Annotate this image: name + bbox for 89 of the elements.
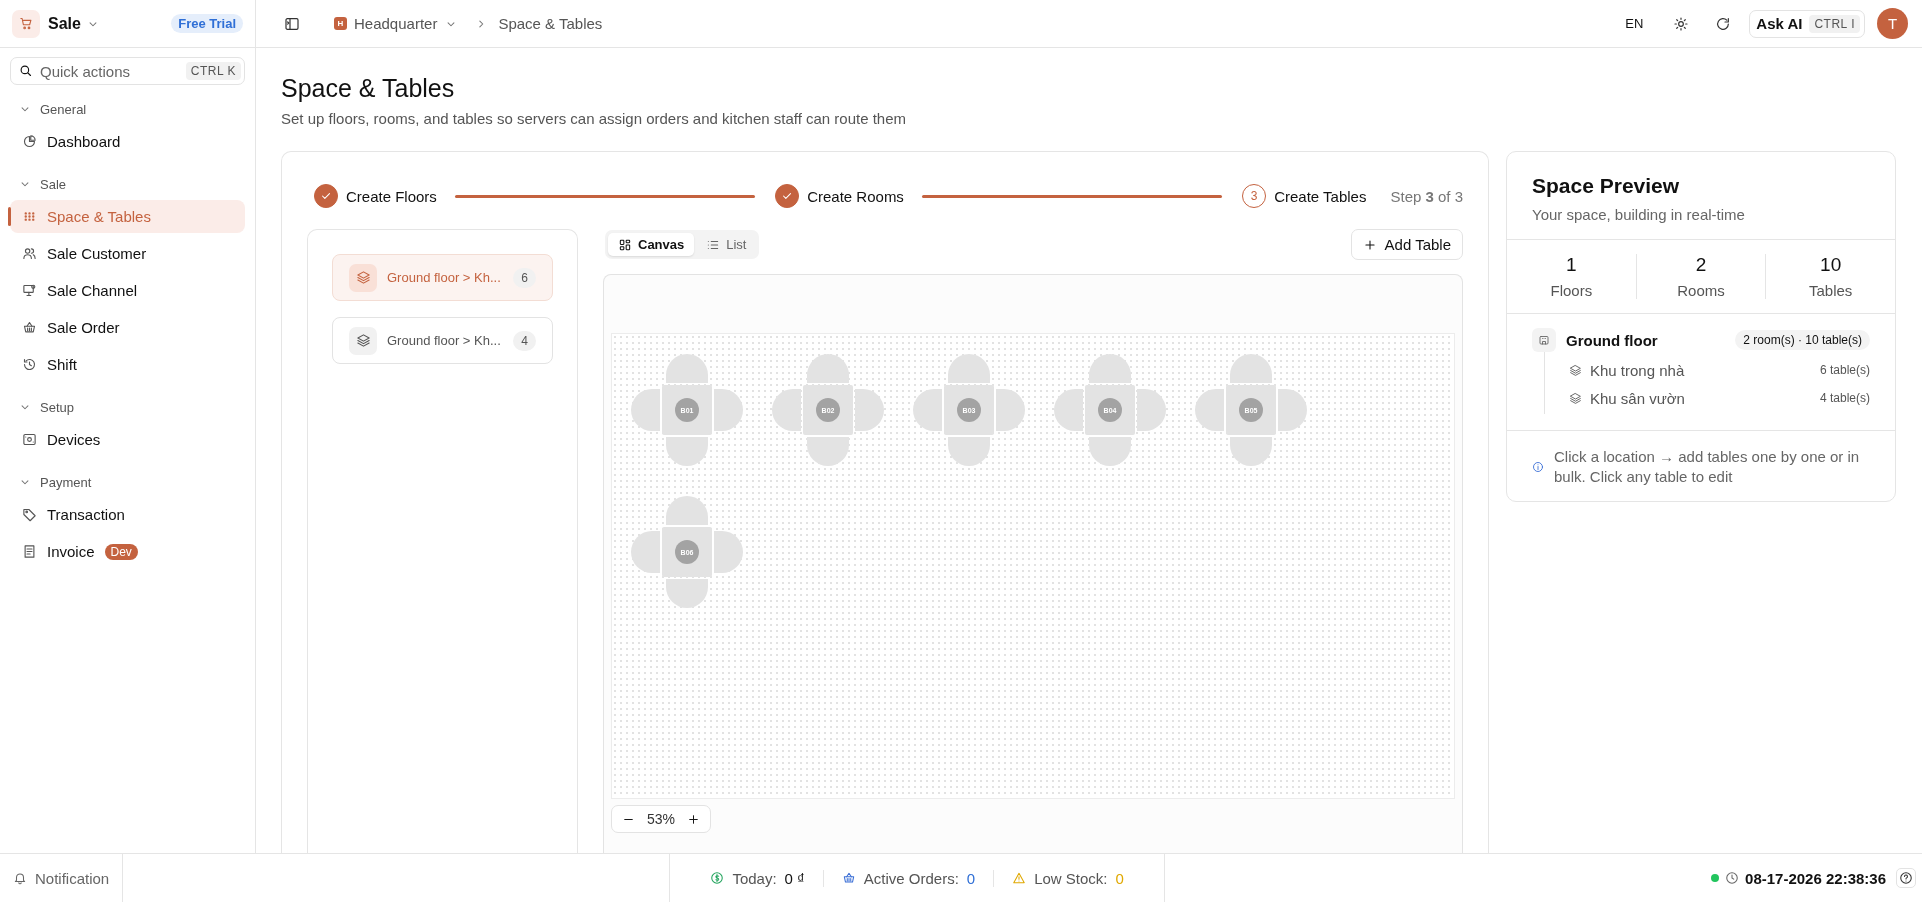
status-badge: Dev	[104, 543, 138, 560]
nav-item[interactable]: Sale Channel	[10, 274, 245, 307]
step-label: Create Rooms	[807, 187, 904, 205]
users-icon	[22, 246, 37, 261]
refresh-icon[interactable]	[1715, 15, 1732, 32]
add-table-button[interactable]: Add Table	[1350, 229, 1463, 260]
card-subtitle: Your space, building in real-time	[1532, 206, 1746, 223]
page-title: Space & Tables	[281, 73, 456, 104]
app-switcher[interactable]: Sale	[48, 14, 100, 33]
layers-icon	[355, 333, 371, 348]
section-toggle[interactable]: Sale	[8, 170, 247, 198]
user-avatar[interactable]: T	[1877, 8, 1908, 39]
layers-icon	[1569, 363, 1582, 377]
layers-icon	[1569, 391, 1582, 405]
view-tab[interactable]: Canvas	[608, 233, 695, 256]
basket-icon	[841, 871, 856, 885]
metric-value: 0	[966, 869, 976, 887]
metric-label: Active Orders:	[863, 869, 959, 887]
nav-item[interactable]: Sale Customer	[10, 237, 245, 270]
building-icon	[1538, 334, 1550, 346]
hint-text: Click a location → add tables one by one or in bulk. Click any table to edit	[1554, 447, 1861, 487]
nav-item[interactable]: Devices	[10, 423, 245, 456]
history-icon	[22, 357, 37, 372]
layout-icon	[618, 237, 632, 252]
summary-badge: 2 room(s) · 10 table(s)	[1735, 330, 1870, 350]
dots-grid-icon	[22, 209, 37, 224]
basket-icon	[22, 320, 37, 335]
metric-label: Today:	[732, 869, 777, 887]
metric-value: 0 ₫	[784, 869, 805, 887]
nav-item[interactable]: Space & Tables	[10, 200, 245, 233]
help-icon[interactable]	[1896, 868, 1916, 888]
plus-icon	[1362, 237, 1377, 252]
metric-value: 0	[1115, 869, 1124, 887]
room-item[interactable]: Ground floor > Kh... 4	[332, 317, 553, 364]
language-button[interactable]: EN	[1619, 15, 1650, 32]
stat-label: Rooms	[1677, 282, 1725, 299]
search-icon	[18, 63, 33, 78]
nav-item[interactable]: Transaction	[10, 498, 245, 531]
date-time: 08-17-2026 22:38:36	[1745, 869, 1886, 887]
table-count: 4 table(s)	[1819, 391, 1870, 405]
metric-label: Low Stock:	[1034, 869, 1108, 887]
room-item[interactable]: Ground floor > Kh... 6	[332, 254, 553, 301]
section-toggle[interactable]: Setup	[8, 393, 247, 421]
floor-name: Ground floor	[1566, 331, 1659, 349]
dollar-icon	[710, 871, 725, 885]
device-icon	[22, 432, 37, 447]
pie-chart-icon	[22, 134, 37, 149]
layers-icon	[355, 270, 371, 285]
tag-icon	[22, 507, 37, 522]
stat-label: Floors	[1550, 282, 1593, 299]
location-switcher[interactable]: H Headquarter	[334, 15, 459, 32]
step-label: Create Tables	[1274, 187, 1367, 205]
cart-icon	[18, 16, 34, 31]
stat-value: 1	[1566, 254, 1577, 276]
monitor-icon	[22, 283, 37, 298]
receipt-icon	[22, 544, 37, 559]
room-name: Khu sân vườn	[1590, 389, 1686, 407]
nav-item[interactable]: Dashboard	[10, 125, 245, 158]
count-badge: 6	[513, 267, 536, 288]
info-icon	[1532, 461, 1544, 473]
warning-icon	[1012, 871, 1027, 885]
sidebar-toggle-icon[interactable]	[284, 15, 300, 32]
card-title: Space Preview	[1532, 174, 1681, 198]
nav-item[interactable]: Invoice Dev	[10, 535, 245, 568]
ask-ai-button[interactable]: Ask AI CTRL I	[1749, 9, 1865, 38]
section-toggle[interactable]: General	[8, 95, 247, 123]
location-badge: H	[334, 17, 347, 30]
bell-icon	[13, 871, 27, 885]
stat-value: 10	[1820, 254, 1842, 276]
clock-icon	[1725, 871, 1740, 885]
count-badge: 4	[513, 330, 536, 351]
shortcut-hint: CTRL K	[185, 62, 241, 80]
sun-icon[interactable]	[1673, 15, 1690, 32]
table-count: 6 table(s)	[1819, 363, 1870, 377]
room-name: Khu trong nhà	[1590, 361, 1686, 379]
page-subtitle: Set up floors, rooms, and tables so servers can assign orders and kitchen staff can route them	[281, 110, 908, 127]
view-tab[interactable]: List	[696, 233, 757, 256]
zoom-reading: 53%	[647, 811, 676, 827]
zoom-in-icon[interactable]	[687, 812, 701, 826]
stat-label: Tables	[1809, 282, 1853, 299]
nav-item[interactable]: Shift	[10, 348, 245, 381]
step-counter: Step 3 of 3	[1390, 187, 1463, 205]
nav-item[interactable]: Sale Order	[10, 311, 245, 344]
stat-value: 2	[1695, 254, 1707, 276]
plan-badge: Free Trial	[171, 14, 243, 33]
notification-button[interactable]: Notification	[0, 854, 124, 902]
breadcrumb-current: Space & Tables	[498, 15, 603, 32]
step-label: Create Floors	[346, 187, 437, 205]
section-toggle[interactable]: Payment	[8, 468, 247, 496]
